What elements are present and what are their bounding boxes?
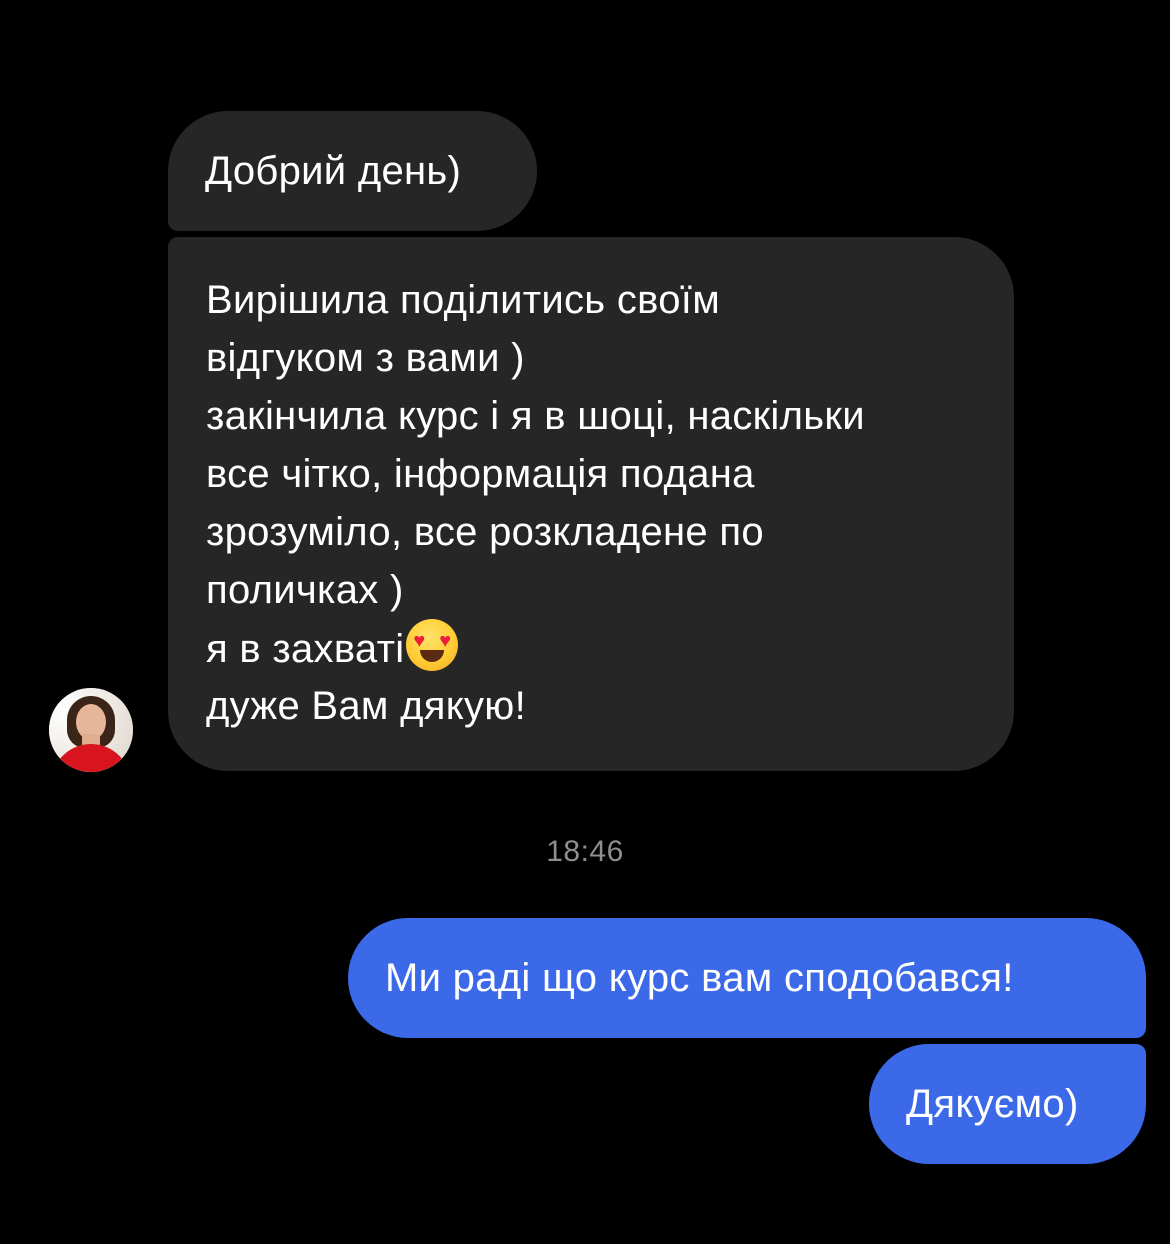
incoming-message-bubble[interactable]: Вирішила поділитись своїм відгуком з вам… [168,237,1014,771]
message-text-line: закінчила курс і я в шоці, наскільки [206,394,865,438]
incoming-message-bubble[interactable]: Добрий день) [168,111,537,231]
message-text: Ми раді що курс вам сподобався! [385,956,1014,1000]
heart-eyes-emoji-icon: ♥ ♥ [406,619,459,671]
heart-icon: ♥ [439,630,452,652]
message-text-line: Вирішила поділитись своїм [206,278,721,322]
message-text-line: зрозуміло, все розкладене по [206,510,764,554]
message-text-line: відгуком з вами ) [206,336,525,380]
message-text-line: дуже Вам дякую! [206,684,527,728]
outgoing-message-bubble[interactable]: Ми раді що курс вам сподобався! [348,918,1146,1038]
heart-icon: ♥ [413,630,426,652]
message-text: я в захваті [206,627,405,671]
message-text: Дякуємо) [906,1082,1079,1126]
outgoing-message-bubble[interactable]: Дякуємо) [869,1044,1146,1164]
message-timestamp: 18:46 [546,835,624,868]
message-text: Добрий день) [205,149,462,193]
sender-avatar[interactable] [49,688,133,772]
message-text-line-with-emoji: я в захваті ♥ ♥ [206,619,1014,677]
message-text-line: поличках ) [206,568,404,612]
message-text-line: все чітко, інформація подана [206,452,755,496]
